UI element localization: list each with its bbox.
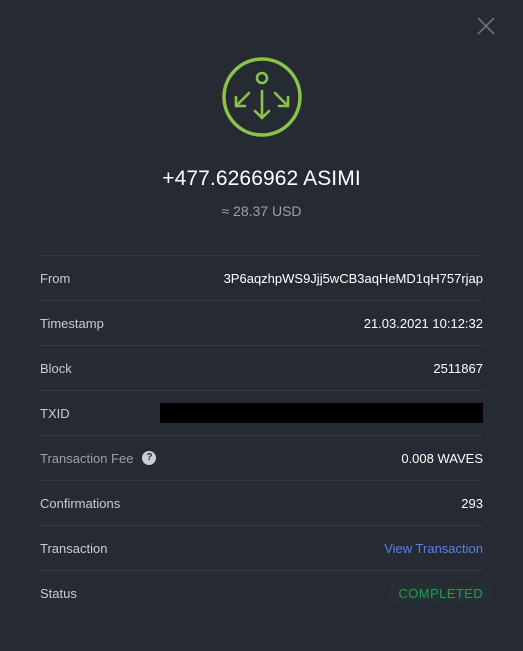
- fee-label-group: Transaction Fee ?: [40, 450, 157, 466]
- details-table: From 3P6aqzhpWS9Jjj5wCB3aqHeMD1qH757rjap…: [40, 255, 491, 615]
- detail-row-from: From 3P6aqzhpWS9Jjj5wCB3aqHeMD1qH757rjap: [40, 256, 483, 301]
- view-transaction-link[interactable]: View Transaction: [384, 541, 483, 556]
- block-value: 2511867: [433, 360, 483, 376]
- status-label: Status: [40, 585, 77, 601]
- detail-row-confirmations: Confirmations 293: [40, 481, 483, 526]
- transaction-label: Transaction: [40, 540, 108, 556]
- block-label: Block: [40, 360, 72, 376]
- status-badge: COMPLETED: [390, 583, 491, 603]
- detail-row-transaction: Transaction View Transaction: [40, 526, 483, 571]
- detail-row-fee: Transaction Fee ? 0.008 WAVES: [40, 436, 483, 481]
- txid-label: TXID: [40, 405, 70, 421]
- from-address[interactable]: 3P6aqzhpWS9Jjj5wCB3aqHeMD1qH757rjap: [224, 271, 483, 286]
- detail-row-block: Block 2511867: [40, 346, 483, 391]
- detail-row-status: Status COMPLETED: [40, 571, 491, 615]
- from-label: From: [40, 270, 71, 286]
- receive-tx-icon: [221, 56, 303, 138]
- fee-label: Transaction Fee: [40, 450, 134, 466]
- fee-value: 0.008 WAVES: [401, 450, 483, 466]
- transaction-amount: +477.6266962 ASIMI: [162, 167, 361, 190]
- question-icon[interactable]: ?: [142, 451, 157, 465]
- close-button[interactable]: [474, 14, 498, 38]
- confirmations-label: Confirmations: [40, 495, 121, 511]
- confirmations-value: 293: [461, 495, 483, 511]
- fiat-amount: ≈ 28.37 USD: [221, 203, 302, 219]
- detail-row-timestamp: Timestamp 21.03.2021 10:12:32: [40, 301, 483, 346]
- timestamp-label: Timestamp: [40, 315, 104, 331]
- close-icon: [477, 17, 495, 35]
- txid-redacted-value: [160, 403, 483, 423]
- transaction-details-modal: +477.6266962 ASIMI ≈ 28.37 USD From 3P6a…: [0, 0, 523, 651]
- detail-row-txid: TXID: [40, 391, 483, 436]
- timestamp-value: 21.03.2021 10:12:32: [363, 315, 483, 331]
